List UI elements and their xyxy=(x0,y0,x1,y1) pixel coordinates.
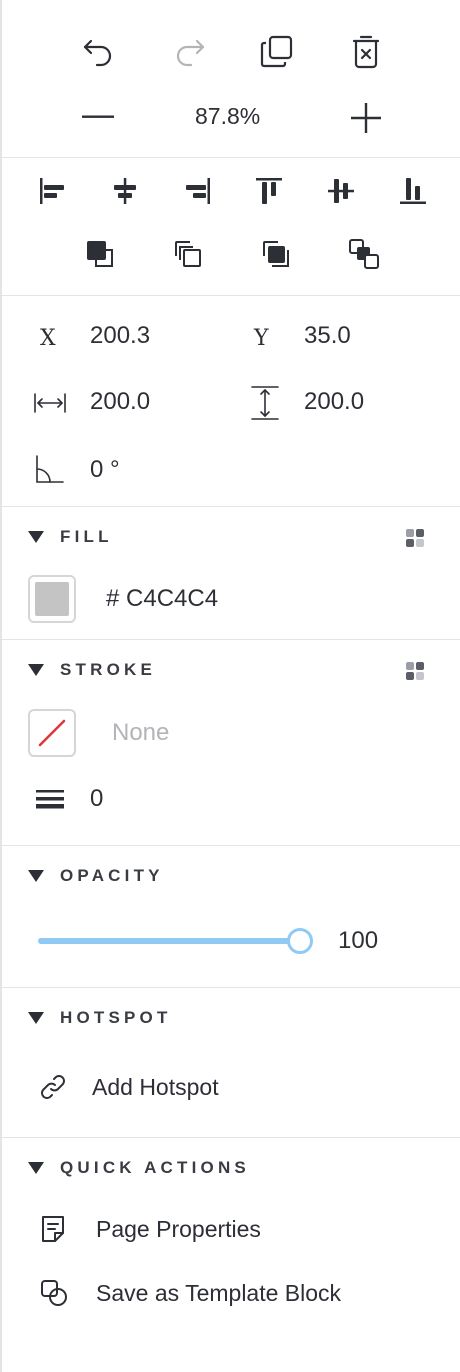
divider xyxy=(2,1137,460,1138)
zoom-in-button[interactable] xyxy=(348,100,384,136)
stroke-collapse-icon[interactable] xyxy=(28,664,44,676)
hotspot-collapse-icon[interactable] xyxy=(28,1012,44,1024)
height-input[interactable]: 200.0 xyxy=(304,390,364,414)
page-properties-label: Page Properties xyxy=(96,1216,261,1242)
x-input[interactable]: 200.3 xyxy=(90,324,150,348)
delete-icon[interactable] xyxy=(348,32,384,70)
add-hotspot-label: Add Hotspot xyxy=(92,1074,219,1100)
stroke-color-swatch[interactable] xyxy=(28,709,76,757)
fill-color-chip xyxy=(35,582,69,616)
divider xyxy=(2,295,460,296)
properties-panel: 87.8% X 200.3 Y 35.0 200.0 200.0 0 ° FIL… xyxy=(0,0,460,1372)
no-color-icon xyxy=(38,719,66,747)
stroke-section-title: STROKE xyxy=(60,660,157,679)
save-as-template-block-action[interactable]: Save as Template Block xyxy=(32,1270,372,1316)
opacity-collapse-icon[interactable] xyxy=(28,870,44,882)
opacity-section-title: OPACITY xyxy=(60,866,164,885)
rotation-icon xyxy=(32,452,66,486)
divider xyxy=(2,845,460,846)
y-input[interactable]: 35.0 xyxy=(304,324,351,348)
fill-color-swatch[interactable] xyxy=(28,575,76,623)
add-hotspot-button[interactable]: Add Hotspot xyxy=(32,1064,292,1110)
undo-icon[interactable] xyxy=(80,32,116,68)
hotspot-section-title: HOTSPOT xyxy=(60,1008,172,1027)
bring-forward-icon[interactable] xyxy=(258,236,294,272)
quick-actions-collapse-icon[interactable] xyxy=(28,1162,44,1174)
zoom-level[interactable]: 87.8% xyxy=(195,105,260,128)
width-input[interactable]: 200.0 xyxy=(90,390,150,414)
send-to-back-icon[interactable] xyxy=(170,236,206,272)
fill-section-title: FILL xyxy=(60,527,113,546)
page-properties-action[interactable]: Page Properties xyxy=(32,1206,312,1252)
stroke-style-icon[interactable] xyxy=(404,660,426,682)
stroke-width-input[interactable]: 0 xyxy=(90,787,103,811)
align-left-icon[interactable] xyxy=(36,174,70,208)
fill-collapse-icon[interactable] xyxy=(28,531,44,543)
divider xyxy=(2,987,460,988)
rotation-input[interactable]: 0 ° xyxy=(90,458,120,482)
save-as-template-block-label: Save as Template Block xyxy=(96,1280,342,1306)
align-bottom-icon[interactable] xyxy=(396,174,430,208)
bring-to-front-icon[interactable] xyxy=(82,236,118,272)
fill-color-hex[interactable]: # C4C4C4 xyxy=(106,587,218,611)
template-block-icon xyxy=(38,1277,70,1309)
divider xyxy=(2,506,460,507)
page-properties-icon xyxy=(38,1213,68,1245)
send-backward-icon[interactable] xyxy=(346,236,382,272)
opacity-value[interactable]: 100 xyxy=(338,929,378,953)
y-label: Y xyxy=(254,326,269,351)
align-right-icon[interactable] xyxy=(180,174,214,208)
x-label: X xyxy=(40,326,56,351)
opacity-slider[interactable] xyxy=(38,926,314,956)
stroke-width-icon xyxy=(34,786,66,812)
align-center-vertical-icon[interactable] xyxy=(324,174,358,208)
stroke-color-value[interactable]: None xyxy=(112,721,169,745)
divider xyxy=(2,157,460,158)
width-icon xyxy=(32,388,68,418)
zoom-out-button[interactable] xyxy=(80,102,116,132)
align-top-icon[interactable] xyxy=(252,174,286,208)
opacity-slider-thumb[interactable] xyxy=(287,928,313,954)
height-icon xyxy=(248,384,282,422)
opacity-slider-fill xyxy=(38,938,300,944)
fill-style-icon[interactable] xyxy=(404,527,426,549)
redo-icon[interactable] xyxy=(172,32,208,68)
duplicate-icon[interactable] xyxy=(258,32,296,70)
quick-actions-section-title: QUICK ACTIONS xyxy=(60,1158,250,1177)
align-center-horizontal-icon[interactable] xyxy=(108,174,142,208)
divider xyxy=(2,639,460,640)
link-icon xyxy=(38,1072,68,1102)
